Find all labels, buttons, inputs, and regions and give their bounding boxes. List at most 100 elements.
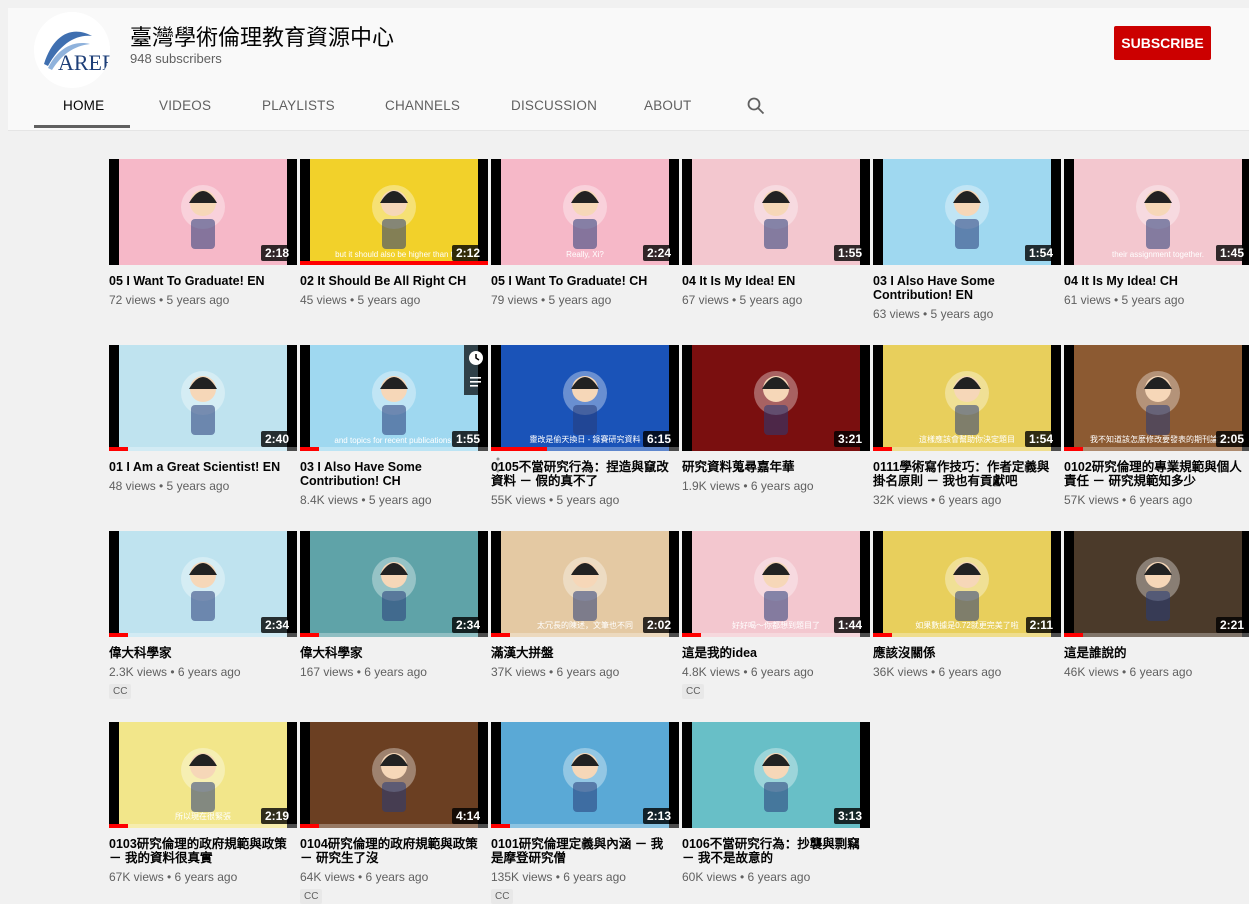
video-card[interactable]: their assignment together. 1:45 04 It Is M… xyxy=(1064,159,1249,307)
video-thumbnail[interactable]: 2:13 xyxy=(491,722,679,828)
video-card[interactable]: 2:34 偉大科學家 2.3K views • 6 years ago CC xyxy=(109,531,297,699)
video-title[interactable]: 研究資料蒐尋嘉年華 xyxy=(682,460,870,474)
video-thumbnail[interactable]: their assignment together. 1:45 xyxy=(1064,159,1249,265)
video-title[interactable]: 04 It Is My Idea! CH xyxy=(1064,274,1249,288)
aree-logo-icon: AREE xyxy=(34,12,110,88)
video-title[interactable]: 滿漢大拼盤 xyxy=(491,646,679,660)
watch-progress-track xyxy=(873,633,1061,637)
video-thumbnail[interactable]: and topics for recent publications. 1:55 xyxy=(300,345,488,451)
video-title[interactable]: 0106不當研究行為：抄襲與剽竊 － 我不是故意的 xyxy=(682,837,870,865)
subscribe-button[interactable]: SUBSCRIBE xyxy=(1114,26,1211,60)
video-meta: 4.8K views • 6 years ago xyxy=(682,665,814,679)
video-card[interactable]: 3:13 0106不當研究行為：抄襲與剽竊 － 我不是故意的 60K views •… xyxy=(682,722,870,884)
video-thumbnail[interactable]: 靈改是偷天換日 - 錄賽研究資料 6:15 xyxy=(491,345,679,451)
video-thumbnail[interactable]: 2:34 xyxy=(300,531,488,637)
video-title[interactable]: 03 I Also Have Some Contribution! EN xyxy=(873,274,1061,302)
video-card[interactable]: 這樣應該會幫助你決定題目 1:54 0111學術寫作技巧：作者定義與掛名原則 － 我… xyxy=(873,345,1061,507)
video-thumbnail[interactable]: 4:14 xyxy=(300,722,488,828)
video-thumbnail[interactable]: 1:55 xyxy=(682,159,870,265)
video-thumbnail[interactable]: 我不知道該怎麼修改要發表的期刊論文 2:05 xyxy=(1064,345,1249,451)
video-card[interactable]: 4:14 0104研究倫理的政府規範與政策 － 研究生了沒 64K views • … xyxy=(300,722,488,904)
video-title[interactable]: 05 I Want To Graduate! CH xyxy=(491,274,679,288)
watch-progress-track xyxy=(109,633,297,637)
tab-about[interactable]: ABOUT xyxy=(644,98,692,113)
video-card[interactable]: 2:40 01 I Am a Great Scientist! EN 48 view… xyxy=(109,345,297,493)
watch-progress-bar xyxy=(109,633,128,637)
duration-badge: 1:55 xyxy=(833,245,866,261)
duration-badge: 2:21 xyxy=(1215,617,1248,633)
video-thumbnail[interactable]: 1:54 xyxy=(873,159,1061,265)
video-card[interactable]: 我不知道該怎麼修改要發表的期刊論文 2:05 0102研究倫理的專業規範與個人責任 … xyxy=(1064,345,1249,507)
video-thumbnail[interactable]: but it should also be higher than t 2:12 xyxy=(300,159,488,265)
duration-badge: 4:14 xyxy=(451,808,484,824)
video-title[interactable]: 0103研究倫理的政府規範與政策 － 我的資料很真實 xyxy=(109,837,297,865)
watch-later-icon[interactable] xyxy=(464,345,488,395)
watch-progress-track xyxy=(873,447,1061,451)
active-tab-indicator xyxy=(34,125,130,128)
video-title[interactable]: 01 I Am a Great Scientist! EN xyxy=(109,460,297,474)
video-card[interactable]: 2:34 偉大科學家 167 views • 6 years ago xyxy=(300,531,488,679)
duration-badge: 1:55 xyxy=(451,431,484,447)
watch-progress-bar xyxy=(682,633,701,637)
video-card[interactable]: 2:13 0101研究倫理定義與內涵 － 我是摩登研究僧 135K views • … xyxy=(491,722,679,904)
video-title[interactable]: 0111學術寫作技巧：作者定義與掛名原則 － 我也有貢獻吧 xyxy=(873,460,1061,488)
search-icon[interactable] xyxy=(746,96,766,116)
video-title[interactable]: 0101研究倫理定義與內涵 － 我是摩登研究僧 xyxy=(491,837,679,865)
video-title[interactable]: 偉大科學家 xyxy=(109,646,297,660)
channel-name[interactable]: 臺灣學術倫理教育資源中心 xyxy=(130,20,394,52)
video-thumbnail[interactable]: 2:34 xyxy=(109,531,297,637)
tab-discussion[interactable]: DISCUSSION xyxy=(511,98,597,113)
video-card[interactable]: but it should also be higher than t 2:12 0… xyxy=(300,159,488,307)
video-thumbnail[interactable]: 3:13 xyxy=(682,722,870,828)
video-thumbnail[interactable]: 3:21 xyxy=(682,345,870,451)
video-card[interactable]: and topics for recent publications. 1:55 0… xyxy=(300,345,500,507)
video-card[interactable]: 好好喝～你都想到題目了 1:44 這是我的idea 4.8K views • 6 ye… xyxy=(682,531,870,699)
watch-progress-bar xyxy=(300,633,319,637)
video-thumbnail[interactable]: 好好喝～你都想到題目了 1:44 xyxy=(682,531,870,637)
video-thumbnail[interactable]: 2:18 xyxy=(109,159,297,265)
duration-badge: 2:02 xyxy=(642,617,675,633)
video-title[interactable]: 0104研究倫理的政府規範與政策 － 研究生了沒 xyxy=(300,837,488,865)
duration-badge: 1:45 xyxy=(1215,245,1248,261)
channel-avatar[interactable]: AREE xyxy=(34,12,110,88)
duration-badge: 1:54 xyxy=(1024,245,1057,261)
video-meta: 64K views • 6 years ago xyxy=(300,870,429,884)
video-thumbnail[interactable]: 太冗長的陳述，文筆也不同 2:02 xyxy=(491,531,679,637)
video-title[interactable]: 0102研究倫理的專業規範與個人責任 － 研究規範知多少 xyxy=(1064,460,1249,488)
video-title[interactable]: 03 I Also Have Some Contribution! CH xyxy=(300,460,488,488)
tab-playlists[interactable]: PLAYLISTS xyxy=(262,98,335,113)
tab-home[interactable]: HOME xyxy=(63,98,104,113)
video-card[interactable]: 所以現在很緊張 2:19 0103研究倫理的政府規範與政策 － 我的資料很真實 67K… xyxy=(109,722,297,884)
watch-progress-bar xyxy=(109,824,128,828)
tab-channels[interactable]: CHANNELS xyxy=(385,98,460,113)
video-card[interactable]: 1:54 03 I Also Have Some Contribution! EN… xyxy=(873,159,1061,321)
video-card[interactable]: 2:18 05 I Want To Graduate! EN 72 views • … xyxy=(109,159,297,307)
video-thumbnail[interactable]: 2:21 xyxy=(1064,531,1249,637)
video-card[interactable]: 1:55 04 It Is My Idea! EN 67 views • 5 yea… xyxy=(682,159,870,307)
video-title[interactable]: 05 I Want To Graduate! EN xyxy=(109,274,297,288)
video-thumbnail[interactable]: 如果數據是0.72就更完美了啦 2:11 xyxy=(873,531,1061,637)
video-title[interactable]: 0105不當研究行為：捏造與竄改資料 － 假的真不了 xyxy=(491,460,679,488)
video-title[interactable]: 這是誰說的 xyxy=(1064,646,1249,660)
tab-videos[interactable]: VIDEOS xyxy=(159,98,211,113)
duration-badge: 3:13 xyxy=(833,808,866,824)
watch-progress-bar xyxy=(300,447,319,451)
video-card[interactable]: 太冗長的陳述，文筆也不同 2:02 滿漢大拼盤 37K views • 6 years… xyxy=(491,531,679,679)
video-thumbnail[interactable]: 2:40 xyxy=(109,345,297,451)
duration-badge: 2:12 xyxy=(451,245,484,261)
video-card[interactable]: Really, Xi? 2:24 05 I Want To Graduate! CH… xyxy=(491,159,679,307)
video-card[interactable]: 3:21 研究資料蒐尋嘉年華 1.9K views • 6 years ago xyxy=(682,345,870,493)
video-thumbnail[interactable]: Really, Xi? 2:24 xyxy=(491,159,679,265)
video-thumbnail[interactable]: 這樣應該會幫助你決定題目 1:54 xyxy=(873,345,1061,451)
video-card[interactable]: 2:21 這是誰說的 46K views • 6 years ago xyxy=(1064,531,1249,679)
video-title[interactable]: 應該沒關係 xyxy=(873,646,1061,660)
video-card[interactable]: 如果數據是0.72就更完美了啦 2:11 應該沒關係 36K views • 6 ye… xyxy=(873,531,1061,679)
video-title[interactable]: 04 It Is My Idea! EN xyxy=(682,274,870,288)
video-meta: 135K views • 6 years ago xyxy=(491,870,626,884)
video-thumbnail[interactable]: 所以現在很緊張 2:19 xyxy=(109,722,297,828)
video-card[interactable]: 靈改是偷天換日 - 錄賽研究資料 6:15 0105不當研究行為：捏造與竄改資料 －… xyxy=(491,345,679,507)
duration-badge: 2:11 xyxy=(1025,617,1057,633)
video-title[interactable]: 02 It Should Be All Right CH xyxy=(300,274,488,288)
video-title[interactable]: 偉大科學家 xyxy=(300,646,488,660)
video-title[interactable]: 這是我的idea xyxy=(682,646,870,660)
